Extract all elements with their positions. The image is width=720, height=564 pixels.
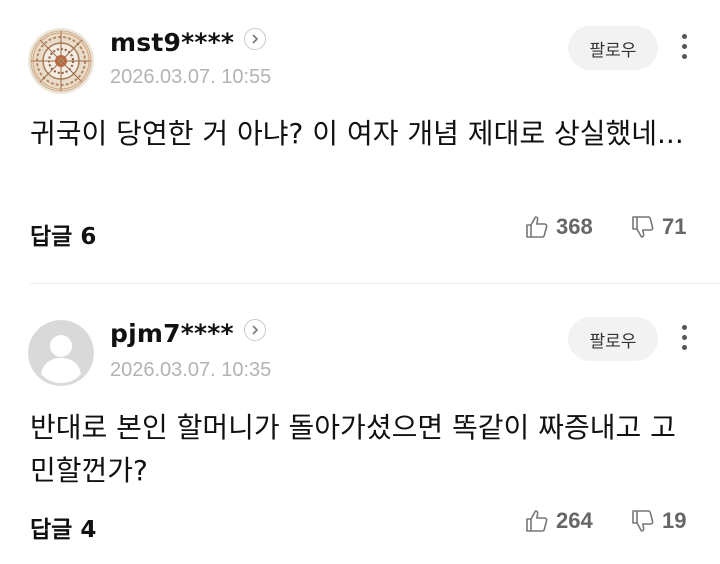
avatar[interactable] (28, 320, 94, 386)
chevron-right-icon[interactable] (244, 319, 266, 341)
username[interactable]: mst9**** (110, 28, 234, 57)
thumbs-down-icon (632, 216, 654, 238)
comment-date: 2026.03.07. 10:35 (110, 359, 272, 381)
like-count: 264 (556, 508, 593, 533)
comment-item: pjm7**** 2026.03.07. 10:35 팔로우 반대로 본인 할머… (0, 286, 720, 564)
username[interactable]: pjm7**** (110, 319, 234, 348)
comment-text: 반대로 본인 할머니가 돌아가셨으면 똑같이 짜증내고 고민할껀가? (30, 411, 676, 487)
comment-divider (30, 283, 720, 284)
like-button[interactable]: 368 (524, 214, 593, 240)
more-options-icon[interactable] (672, 317, 696, 357)
dislike-count: 71 (662, 214, 687, 239)
thumbs-up-icon (526, 510, 548, 532)
default-person-avatar-icon (28, 320, 94, 386)
thumbs-up-icon (526, 216, 548, 238)
comment-text: 귀국이 당연한 거 아냐? 이 여자 개념 제대로 상실했네... (30, 117, 684, 150)
chevron-right-icon[interactable] (244, 28, 266, 50)
like-button[interactable]: 264 (524, 508, 593, 534)
reply-button[interactable]: 답글 4 (30, 510, 96, 544)
mandala-avatar-icon (28, 28, 94, 94)
dislike-button[interactable]: 71 (630, 214, 686, 240)
avatar[interactable] (28, 28, 94, 94)
reply-button[interactable]: 답글 6 (30, 217, 96, 251)
follow-button[interactable]: 팔로우 (568, 317, 658, 361)
follow-button[interactable]: 팔로우 (568, 26, 658, 70)
dislike-count: 19 (662, 508, 687, 533)
comment-item: mst9**** 2026.03.07. 10:55 팔로우 귀국이 당연한 거… (0, 0, 720, 284)
comment-date: 2026.03.07. 10:55 (110, 66, 272, 88)
like-count: 368 (556, 214, 593, 239)
more-options-icon[interactable] (672, 26, 696, 66)
dislike-button[interactable]: 19 (630, 508, 686, 534)
thumbs-down-icon (632, 510, 654, 532)
